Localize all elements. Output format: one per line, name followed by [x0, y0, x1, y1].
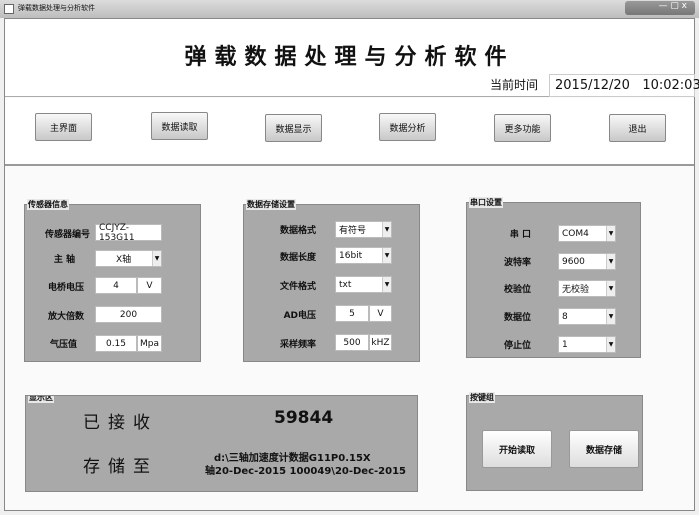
panel-title: 传感器信息	[27, 199, 69, 210]
panel-title: 串口设置	[469, 197, 503, 208]
bridge-voltage-input[interactable]: 4	[95, 277, 137, 294]
baud-label: 波特率	[503, 258, 531, 268]
time-display: 2015/12/20 10:02:03	[549, 74, 699, 97]
sample-rate-input[interactable]: 500	[335, 334, 369, 351]
gain-input[interactable]: 200	[95, 306, 162, 323]
pressure-unit: Mpa	[137, 335, 162, 352]
save-path-line2: 轴20-Dec-2015 100049\20-Dec-2015	[205, 466, 407, 477]
data-bits-select[interactable]: 8 ▼	[558, 308, 616, 325]
time-label: 当前时间	[490, 78, 539, 92]
data-format-select[interactable]: 有符号 ▼	[335, 221, 392, 238]
parity-select[interactable]: 无校验 ▼	[558, 280, 616, 297]
dropdown-arrow-icon: ▼	[382, 248, 391, 263]
window-title: 弹载数据处理与分析软件	[18, 4, 95, 12]
parity-label: 校验位	[503, 285, 531, 295]
data-length-value: 16bit	[339, 250, 363, 261]
data-length-label: 数据长度	[279, 253, 316, 263]
file-format-select[interactable]: txt ▼	[335, 276, 392, 293]
pressure-label: 气压值	[49, 340, 77, 350]
file-format-label: 文件格式	[279, 282, 316, 292]
dropdown-arrow-icon: ▼	[606, 337, 615, 352]
ad-voltage-label: AD电压	[283, 311, 316, 321]
gain-label: 放大倍数	[47, 312, 84, 322]
nav-area	[5, 98, 694, 166]
data-format-label: 数据格式	[279, 226, 316, 236]
port-value: COM4	[562, 228, 589, 239]
dropdown-arrow-icon: ▼	[382, 222, 391, 237]
baud-value: 9600	[562, 256, 585, 267]
data-length-select[interactable]: 16bit ▼	[335, 247, 392, 264]
main-view-button[interactable]: 主界面	[35, 113, 92, 141]
sample-rate-unit: kHZ	[369, 334, 392, 351]
ad-voltage-unit: V	[369, 305, 392, 322]
saved-to-label: 存储至	[83, 457, 158, 477]
data-bits-value: 8	[562, 311, 568, 322]
port-select[interactable]: COM4 ▼	[558, 225, 616, 242]
dropdown-arrow-icon: ▼	[152, 251, 161, 266]
sensor-id-label: 传感器编号	[44, 230, 90, 240]
data-analysis-button[interactable]: 数据分析	[379, 113, 436, 141]
port-label: 串 口	[509, 230, 531, 240]
dropdown-arrow-icon: ▼	[606, 254, 615, 269]
window-controls[interactable]: — ▢ x	[625, 1, 695, 15]
file-format-value: txt	[339, 279, 352, 290]
data-read-button[interactable]: 数据读取	[151, 112, 208, 140]
app-title: 弹载数据处理与分析软件	[184, 45, 515, 70]
serial-panel: 串口设置 串 口 COM4 ▼ 波特率 9600 ▼ 校验位 无校验 ▼ 数据位 8 ▼…	[466, 197, 641, 358]
stop-bits-select[interactable]: 1 ▼	[558, 336, 616, 353]
dropdown-arrow-icon: ▼	[606, 226, 615, 241]
stop-bits-value: 1	[562, 339, 568, 350]
pressure-input[interactable]: 0.15	[95, 335, 137, 352]
data-format-value: 有符号	[339, 226, 367, 236]
received-count: 59844	[274, 408, 334, 428]
more-functions-button[interactable]: 更多功能	[494, 114, 551, 142]
bridge-voltage-unit: V	[137, 277, 162, 294]
bridge-voltage-label: 电桥电压	[47, 283, 84, 293]
panel-title: 按键组	[469, 392, 495, 403]
data-bits-label: 数据位	[503, 313, 531, 323]
stop-bits-label: 停止位	[503, 341, 531, 351]
title-bar: 弹载数据处理与分析软件 — ▢ x	[0, 0, 699, 18]
panel-title: 显示区	[28, 396, 54, 403]
exit-button[interactable]: 退出	[609, 114, 666, 142]
storage-panel: 数据存储设置 数据格式 有符号 ▼ 数据长度 16bit ▼ 文件格式 txt ▼ A…	[243, 199, 420, 362]
data-display-button[interactable]: 数据显示	[265, 114, 322, 142]
dropdown-arrow-icon: ▼	[606, 281, 615, 296]
save-data-button[interactable]: 数据存储	[569, 430, 639, 468]
dropdown-arrow-icon: ▼	[606, 309, 615, 324]
parity-value: 无校验	[562, 285, 590, 295]
baud-select[interactable]: 9600 ▼	[558, 253, 616, 270]
button-group-panel: 按键组 开始读取 数据存储	[466, 392, 643, 491]
axis-label: 主 轴	[53, 255, 75, 265]
sensor-id-input[interactable]: CCJYZ-153G11	[95, 223, 162, 243]
sensor-panel: 传感器信息 传感器编号 CCJYZ-153G11 主 轴 X轴 ▼ 电桥电压 4 …	[24, 199, 201, 362]
dropdown-arrow-icon: ▼	[382, 277, 391, 292]
panel-title: 数据存储设置	[246, 199, 296, 210]
axis-select[interactable]: X轴 ▼	[95, 250, 162, 267]
display-panel: 显示区 已接收 59844 存储至 d:\三轴加速度计数据G11P0.15X 轴…	[25, 395, 418, 492]
received-label: 已接收	[83, 413, 158, 433]
app-icon	[4, 4, 14, 14]
sample-rate-label: 采样频率	[279, 340, 316, 350]
axis-value: X轴	[116, 255, 132, 265]
ad-voltage-input[interactable]: 5	[335, 305, 369, 322]
start-read-button[interactable]: 开始读取	[482, 430, 552, 468]
